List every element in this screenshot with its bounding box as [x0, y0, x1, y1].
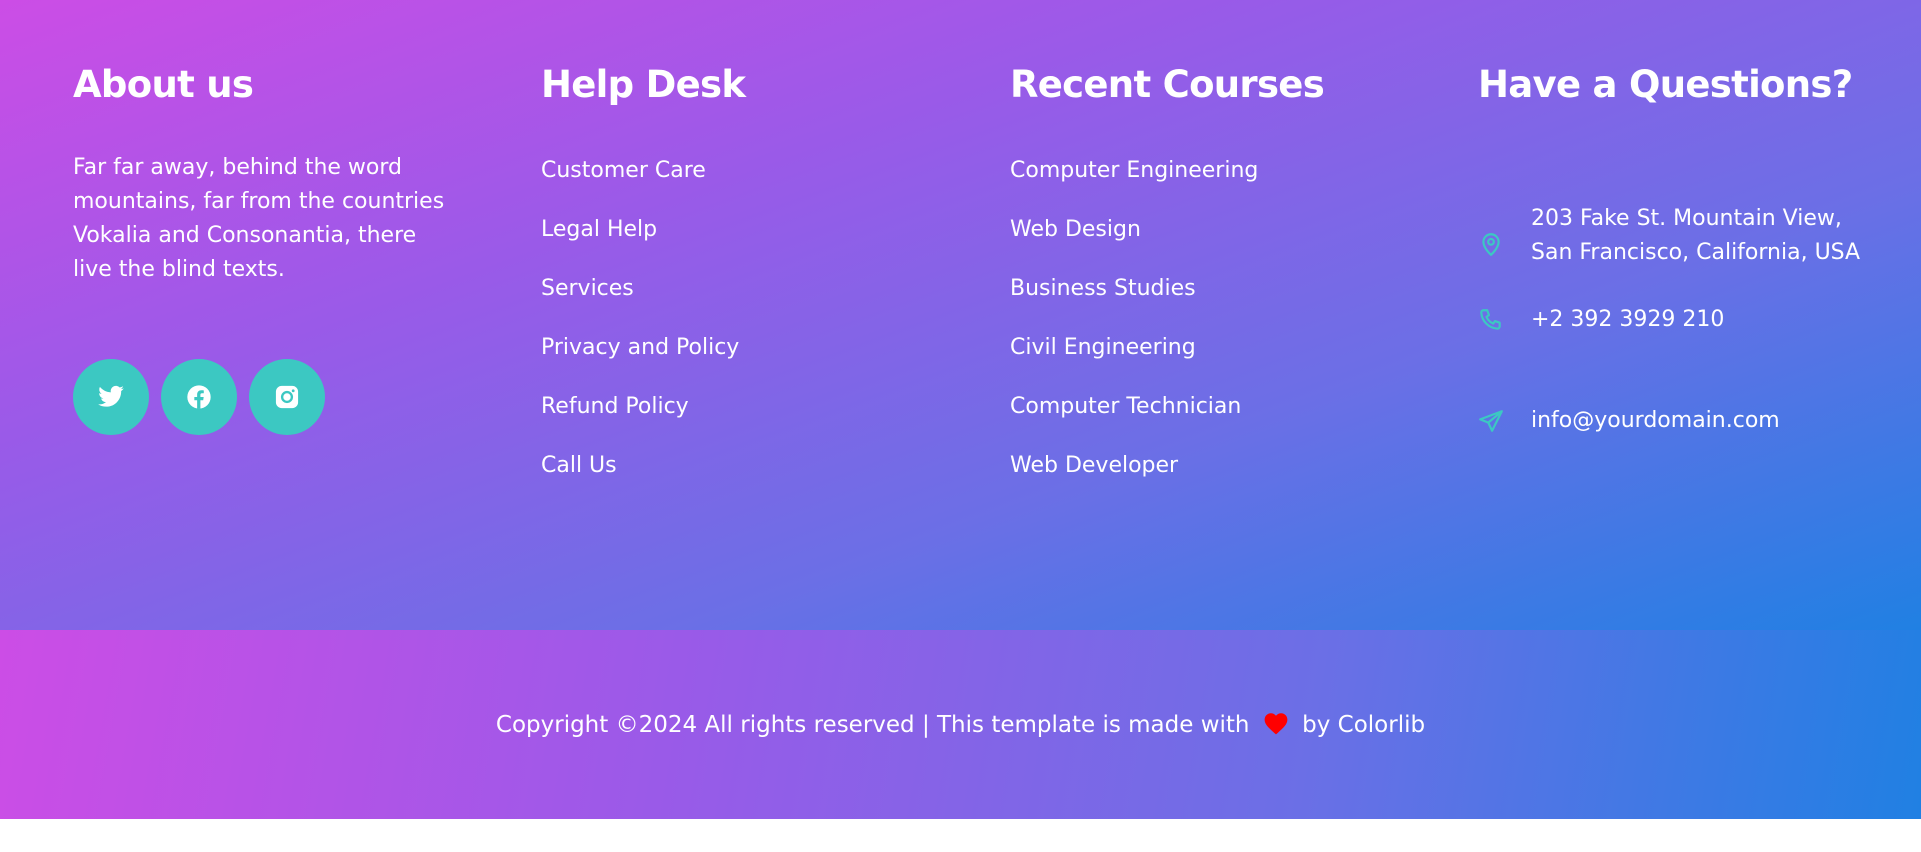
instagram-icon: [275, 385, 299, 409]
course-link-business-studies[interactable]: Business Studies: [1010, 272, 1410, 306]
recent-courses-column: Recent Courses Computer Engineering Web …: [1010, 60, 1410, 508]
help-link-customer-care[interactable]: Customer Care: [541, 154, 941, 188]
paper-plane-icon: [1478, 408, 1504, 434]
course-link-computer-technician[interactable]: Computer Technician: [1010, 390, 1410, 424]
help-link-privacy-policy[interactable]: Privacy and Policy: [541, 331, 941, 365]
help-link-services[interactable]: Services: [541, 272, 941, 306]
colorlib-link[interactable]: Colorlib: [1338, 712, 1425, 738]
help-desk-list: Customer Care Legal Help Services Privac…: [541, 154, 941, 483]
about-column: About us Far far away, behind the word m…: [73, 60, 453, 435]
help-desk-column: Help Desk Customer Care Legal Help Servi…: [541, 60, 941, 508]
footer-main: About us Far far away, behind the word m…: [0, 0, 1921, 630]
copyright-prefix: Copyright ©2024 All rights reserved | Th…: [495, 711, 1250, 738]
phone-icon: [1478, 307, 1504, 333]
contact-email[interactable]: info@yourdomain.com: [1531, 404, 1871, 438]
help-link-legal-help[interactable]: Legal Help: [541, 213, 941, 247]
contact-title: Have a Questions?: [1478, 63, 1853, 106]
twitter-icon: [98, 385, 124, 407]
copyright-text: Copyright ©2024 All rights reserved | Th…: [496, 708, 1425, 742]
contact-address: 203 Fake St. Mountain View, San Francisc…: [1531, 206, 1861, 265]
help-desk-title: Help Desk: [541, 63, 746, 106]
about-text: Far far away, behind the word mountains,…: [73, 155, 445, 282]
help-link-refund-policy[interactable]: Refund Policy: [541, 390, 941, 424]
course-link-computer-engineering[interactable]: Computer Engineering: [1010, 154, 1410, 188]
facebook-icon: [187, 385, 211, 409]
recent-courses-title: Recent Courses: [1010, 63, 1325, 106]
map-pin-icon: [1478, 231, 1504, 257]
help-link-call-us[interactable]: Call Us: [541, 449, 941, 483]
footer-bottom-bar: Copyright ©2024 All rights reserved | Th…: [0, 630, 1921, 819]
about-title: About us: [73, 63, 254, 106]
heart-icon: [1264, 712, 1288, 734]
copyright-by: by: [1302, 711, 1331, 738]
course-link-web-developer[interactable]: Web Developer: [1010, 449, 1410, 483]
course-link-civil-engineering[interactable]: Civil Engineering: [1010, 331, 1410, 365]
course-link-web-design[interactable]: Web Design: [1010, 213, 1410, 247]
social-links: [73, 359, 337, 435]
contact-column: Have a Questions? 203 Fake St. Mountain …: [1478, 60, 1898, 433]
recent-courses-list: Computer Engineering Web Design Business…: [1010, 154, 1410, 483]
facebook-button[interactable]: [161, 359, 237, 435]
contact-phone[interactable]: +2 392 3929 210: [1531, 303, 1871, 337]
twitter-button[interactable]: [73, 359, 149, 435]
instagram-button[interactable]: [249, 359, 325, 435]
